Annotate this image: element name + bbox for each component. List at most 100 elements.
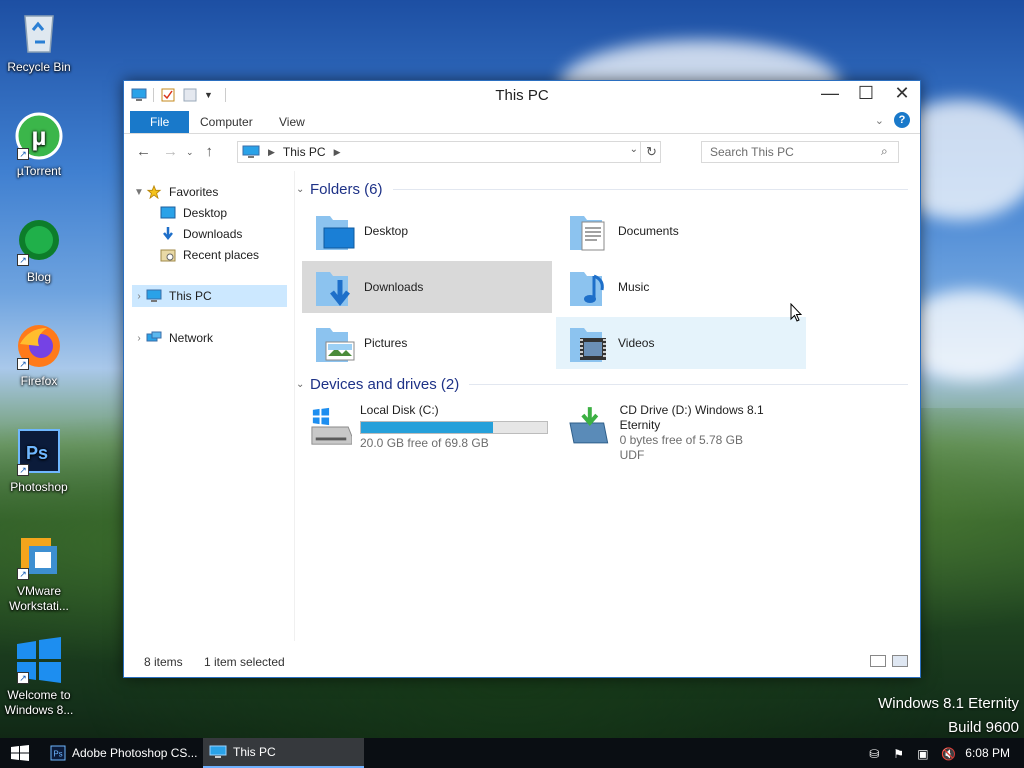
taskbar-button-label: Adobe Photoshop CS... [72,746,198,760]
window-title: This PC [495,87,549,104]
folder-tile-videos[interactable]: Videos [556,317,806,369]
desktop-folder-icon [316,216,355,250]
vmware-icon: ↗ [15,532,63,580]
folder-label: Videos [618,336,655,350]
nav-recent-places[interactable]: Recent places [160,244,259,266]
network-icon [146,331,162,342]
address-dropdown-icon[interactable]: ⌄ [630,144,638,155]
drive-free-space: 20.0 GB free of 69.8 GB [360,436,489,450]
recent-locations-icon[interactable]: ⌄ [186,143,194,160]
forward-button[interactable]: → [163,143,178,160]
music-folder-icon [570,272,604,306]
desktop-icon-utorrent[interactable]: µ ↗ µTorrent [1,112,77,179]
drive-usage-fill [361,422,494,433]
this-pc-small-icon [242,145,260,158]
drive-name: Local Disk (C:) [360,403,439,417]
expand-ribbon-icon[interactable]: ⌄ [875,114,884,127]
status-bar: 8 items 1 item selected [124,645,920,677]
breadcrumb-chevron-icon[interactable]: ▶ [268,147,275,158]
nav-desktop[interactable]: Desktop [160,202,227,224]
desktop-icon-label: µTorrent [16,164,62,178]
tab-computer[interactable]: Computer [186,111,267,133]
folder-tile-pictures[interactable]: Pictures [302,317,552,369]
desktop-icon-photoshop[interactable]: Ps ↗ Photoshop [1,428,77,495]
os-watermark-line2: Build 9600 [948,719,1019,736]
folder-label: Downloads [364,280,424,294]
drive-file-system: UDF [619,448,645,462]
maximize-button[interactable]: ☐ [848,81,884,105]
search-icon[interactable]: ⌕ [881,144,888,159]
breadcrumb-chevron-icon[interactable]: ▶ [334,147,341,158]
blog-icon: ↗ [15,218,63,266]
tab-view[interactable]: View [265,111,319,133]
devices-group-title: Devices and drives (2) [310,376,460,393]
tab-file[interactable]: File [130,111,190,133]
drive-name: CD Drive (D:) Windows 8.1 Eternity [619,403,764,432]
status-item-count: 8 items [144,655,183,669]
start-button[interactable] [0,738,40,768]
desktop-icon-label: Photoshop [10,480,68,494]
desktop-icon-firefox[interactable]: ↗ Firefox [1,322,77,389]
svg-text:Ps: Ps [26,443,48,463]
up-button[interactable]: ↑ [206,143,214,160]
details-view-icon[interactable] [870,655,886,667]
taskbar-button-photoshop[interactable]: Ps Adobe Photoshop CS... [44,738,199,768]
taskbar-button-this-pc[interactable]: This PC [203,738,364,768]
desktop-icon-label: Blog [26,270,52,284]
network-tray-icon[interactable]: ▣ [917,747,931,761]
large-icons-view-icon[interactable] [892,655,908,667]
refresh-button[interactable]: ↻ [640,141,662,163]
nav-favorites-label: Favorites [169,184,219,199]
action-center-flag-icon[interactable]: ⚑ [893,747,907,761]
nav-favorites[interactable]: ▼ Favorites [132,181,218,203]
svg-text:Ps: Ps [53,750,62,759]
collapse-group-icon[interactable]: ⌄ [296,379,310,390]
address-bar[interactable]: ▶ This PC ▶ ⌄ ↻ [237,141,661,163]
cd-drive-icon [569,407,609,444]
drive-tile-local-disk-c[interactable]: Local Disk (C:) 20.0 GB free of 69.8 GB [298,399,548,455]
ribbon-tabs: File Computer View ⌄ ? [124,109,920,133]
star-icon [146,185,162,199]
navigation-pane: ▼ Favorites Desktop Downloads Recent pla… [124,171,294,641]
folder-tile-documents[interactable]: Documents [556,205,806,257]
collapsed-chevron-icon[interactable]: › [132,328,146,349]
back-button[interactable]: ← [136,143,151,160]
devices-group-header[interactable]: ⌄ Devices and drives (2) [296,376,908,393]
taskbar-clock[interactable]: 6:08 PM [965,746,1010,760]
nav-this-pc[interactable]: › This PC [132,285,287,307]
breadcrumb-this-pc[interactable]: This PC [283,145,326,159]
search-input[interactable]: Search This PC [701,141,899,163]
nav-downloads[interactable]: Downloads [160,223,242,245]
minimize-button[interactable]: — [812,81,848,105]
collapsed-chevron-icon[interactable]: › [132,286,146,307]
desktop-icon-blog[interactable]: ↗ Blog [1,218,77,285]
folder-tile-downloads[interactable]: Downloads [302,261,552,313]
desktop-icon-label: VMware Workstati... [9,584,69,613]
desktop-icon-recycle-bin[interactable]: Recycle Bin [1,8,77,75]
drive-tile-cd-d[interactable]: CD Drive (D:) Windows 8.1 Eternity 0 byt… [556,399,806,462]
help-icon[interactable]: ? [894,112,910,128]
firefox-icon: ↗ [15,322,63,370]
explorer-window[interactable]: ▼ This PC — ☐ ✕ File Computer View ⌄ ? ←… [123,80,921,678]
volume-muted-icon[interactable]: 🔇 [941,747,956,761]
window-controls: — ☐ ✕ [812,81,920,105]
network-status-icon[interactable]: ⛁ [869,747,883,761]
pane-splitter[interactable] [294,171,295,641]
expanded-chevron-icon[interactable]: ▼ [132,182,146,203]
title-bar[interactable]: ▼ This PC — ☐ ✕ [124,81,920,109]
photoshop-icon: Ps [50,745,66,761]
desktop-icon-welcome[interactable]: ↗ Welcome to Windows 8... [1,636,77,718]
this-pc-small-icon [209,745,227,758]
desktop-icon-vmware[interactable]: ↗ VMware Workstati... [1,532,77,614]
group-divider [392,189,908,190]
windows-logo-icon [11,745,29,761]
nav-network[interactable]: › Network [132,327,213,349]
folder-tile-music[interactable]: Music [556,261,806,313]
taskbar: Ps Adobe Photoshop CS... This PC ⛁ ⚑ ▣ 🔇… [0,738,1024,768]
close-button[interactable]: ✕ [884,81,920,105]
taskbar-button-label: This PC [233,745,276,759]
collapse-group-icon[interactable]: ⌄ [296,184,310,195]
folder-tile-desktop[interactable]: Desktop [302,205,552,257]
folders-group-header[interactable]: ⌄ Folders (6) [296,181,908,198]
folder-label: Desktop [364,224,409,238]
